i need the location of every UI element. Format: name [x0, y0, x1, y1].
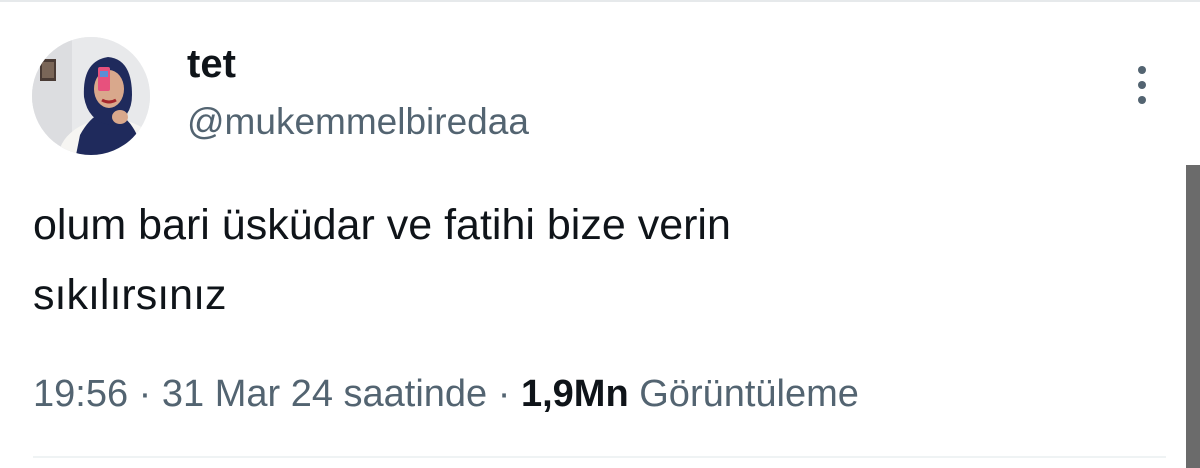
top-divider	[0, 0, 1200, 2]
tweet-date[interactable]: 31 Mar 24 saatinde	[162, 373, 487, 415]
more-vertical-icon-dot	[1138, 81, 1146, 89]
avatar[interactable]	[32, 37, 150, 155]
tweet-text-line: sıkılırsınız	[33, 271, 227, 319]
more-vertical-icon	[1138, 66, 1146, 74]
more-vertical-icon-dot	[1138, 96, 1146, 104]
avatar-image	[32, 37, 150, 155]
tweet-meta: 19:56 · 31 Mar 24 saatinde · 1,9Mn Görün…	[33, 368, 859, 420]
meta-separator: ·	[487, 373, 521, 415]
author-display-name[interactable]: tet	[187, 40, 236, 88]
more-options-button[interactable]	[1120, 60, 1164, 110]
tweet-time[interactable]: 19:56	[33, 373, 128, 415]
tweet-text: olum bari üsküdar ve fatihi bize verin s…	[33, 190, 1153, 330]
author-handle[interactable]: @mukemmelbiredaa	[187, 98, 529, 146]
meta-separator: ·	[128, 373, 162, 415]
views-label: Görüntüleme	[639, 373, 859, 415]
views-count: 1,9Mn	[520, 373, 629, 415]
tweet-text-line: olum bari üsküdar ve fatihi bize verin	[33, 201, 731, 249]
bottom-divider	[33, 456, 1166, 458]
scrollbar[interactable]	[1186, 165, 1200, 468]
